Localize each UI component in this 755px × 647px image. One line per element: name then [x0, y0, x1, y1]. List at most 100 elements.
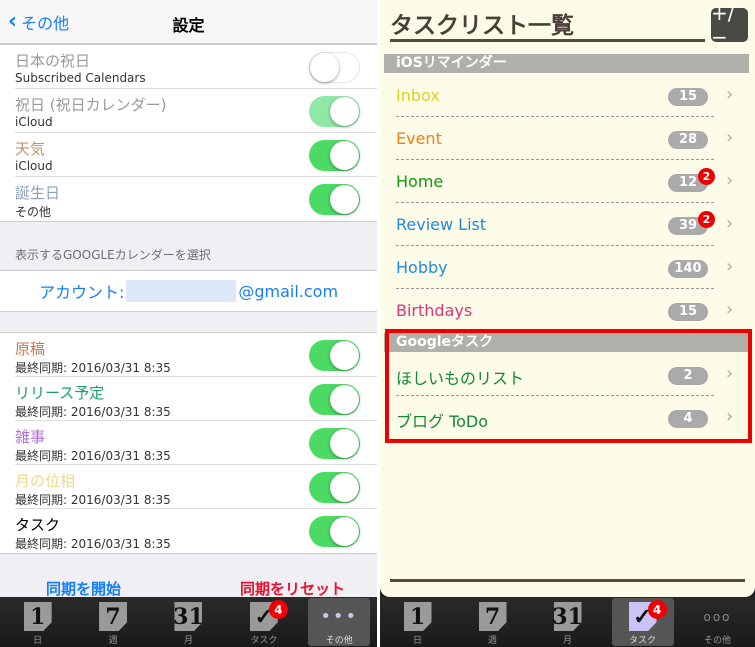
chevron-right-icon: ›: [726, 299, 734, 320]
more-icon: ooo: [703, 609, 732, 624]
nav-bar: ‹ その他 設定: [0, 0, 377, 44]
calendar-name: 天気: [15, 140, 46, 158]
account-row[interactable]: アカウント: @gmail.com: [0, 270, 377, 312]
count-badge: 15: [668, 303, 708, 321]
blurred-email: [126, 280, 237, 302]
tab-label: 週: [487, 636, 497, 646]
chevron-right-icon: ›: [726, 170, 734, 191]
calendar-name: 月の位相: [15, 472, 76, 490]
tab-4[interactable]: ooo その他: [687, 598, 749, 647]
google-calendar-list: 原稿 最終同期: 2016/03/31 8:35 リリース予定 最終同期: 2016/…: [0, 332, 377, 554]
list-name: Review List: [396, 215, 487, 234]
calendar-icon: 31: [552, 602, 583, 631]
toggle-switch[interactable]: [309, 96, 360, 127]
tab-label: タスク: [628, 636, 656, 646]
task-list-item[interactable]: Review List 39 2 ›: [396, 203, 736, 246]
calendar-detail: iCloud: [15, 115, 53, 129]
calendar-name: タスク: [15, 516, 61, 534]
calendar-row[interactable]: 祝日 (祝日カレンダー) iCloud: [15, 89, 377, 133]
count-badge: 28: [668, 131, 708, 149]
start-sync-button[interactable]: 同期を開始: [46, 578, 121, 599]
tab-label: 日: [412, 636, 422, 646]
divider: [390, 579, 745, 582]
tab-2[interactable]: 31 月: [537, 598, 599, 646]
alert-badge: 2: [698, 211, 715, 228]
task-list-panel: タスクリスト一覧 +/− iOSリマインダー Googleタスク Inbox 15…: [380, 0, 755, 597]
tab-1[interactable]: 7週: [462, 598, 524, 646]
calendar-row[interactable]: リリース予定最終同期: 2016/03/31 8:35: [15, 377, 377, 421]
calendar-name: 祝日 (祝日カレンダー): [15, 96, 167, 114]
plus-minus-button[interactable]: +/−: [711, 1, 748, 49]
tab-badge: 4: [268, 600, 288, 619]
tab-0[interactable]: 1日: [387, 598, 449, 646]
toggle-switch[interactable]: [309, 428, 360, 459]
calendar-icon: 1: [23, 602, 52, 631]
calendar-name: リリース予定: [15, 384, 105, 402]
calendar-name: 雑事: [15, 428, 46, 446]
toggle-switch[interactable]: [309, 516, 360, 547]
count-badge: 4: [668, 410, 708, 428]
list-name: Birthdays: [396, 301, 473, 320]
tab-bar: 1 日 7 週 31 月 ✓ 4 タスク ooo その他: [380, 597, 755, 647]
section-header-ios: iOSリマインダー: [384, 54, 749, 73]
reset-sync-button[interactable]: 同期をリセット: [240, 578, 345, 599]
calendar-row[interactable]: タスク最終同期: 2016/03/31 8:35: [15, 509, 377, 553]
calendar-name: 誕生日: [15, 184, 61, 202]
calendar-detail: 最終同期: 2016/03/31 8:35: [15, 493, 171, 507]
list-name: Event: [396, 129, 442, 148]
calendar-detail: iCloud: [15, 159, 53, 173]
tab-3[interactable]: ✓ 4 タスク: [233, 598, 295, 646]
chevron-right-icon: ›: [726, 127, 734, 148]
task-list-item[interactable]: Event 28 ›: [396, 117, 736, 160]
tab-4[interactable]: ••• その他: [308, 598, 371, 646]
calendar-icon: 7: [99, 602, 128, 631]
task-list-item[interactable]: ブログ ToDo 4 ›: [396, 396, 736, 439]
tab-0[interactable]: 1日: [7, 598, 69, 646]
count-badge: 2: [668, 367, 708, 385]
task-list-item[interactable]: Home 12 2 ›: [396, 160, 736, 203]
calendar-name: 原稿: [15, 340, 46, 358]
tab-bar: 1 日 7 週 31 月 ✓ 4 タスク ••• その他: [0, 597, 377, 647]
calendar-detail: Subscribed Calendars: [15, 71, 146, 85]
calendar-list: 日本の祝日 Subscribed Calendars 祝日 (祝日カレンダー) iCl…: [0, 44, 377, 222]
tab-3[interactable]: ✓ 4 タスク: [611, 598, 674, 646]
chevron-right-icon: ›: [726, 406, 734, 427]
calendar-icon: 1: [403, 602, 432, 631]
tab-2[interactable]: 31 月: [157, 598, 219, 646]
account-label: アカウント:: [38, 283, 125, 302]
toggle-switch[interactable]: [309, 340, 360, 371]
alert-badge: 2: [698, 168, 715, 185]
toggle-switch[interactable]: [309, 472, 360, 503]
calendar-name: 日本の祝日: [15, 52, 91, 70]
toggle-switch[interactable]: [309, 184, 360, 215]
task-list-item[interactable]: Birthdays 15 ›: [396, 289, 736, 332]
count-badge: 140: [668, 260, 708, 278]
calendar-detail: 最終同期: 2016/03/31 8:35: [15, 361, 171, 375]
calendar-detail: 最終同期: 2016/03/31 8:35: [15, 449, 171, 463]
calendar-icon: 31: [173, 602, 204, 631]
tab-label: 月: [183, 636, 193, 646]
toggle-switch[interactable]: [309, 52, 360, 83]
chevron-right-icon: ›: [726, 213, 734, 234]
task-list-item[interactable]: Inbox 15 ›: [396, 74, 736, 117]
calendar-row[interactable]: 日本の祝日 Subscribed Calendars: [15, 45, 377, 89]
tab-badge: 4: [647, 600, 667, 619]
toggle-switch[interactable]: [309, 384, 360, 415]
task-list-item[interactable]: ほしいものリスト 2 ›: [396, 353, 736, 396]
calendar-row[interactable]: 原稿最終同期: 2016/03/31 8:35: [15, 333, 377, 377]
toggle-switch[interactable]: [309, 140, 360, 171]
task-list-item[interactable]: Hobby 140 ›: [396, 246, 736, 289]
calendar-row[interactable]: 天気 iCloud: [15, 133, 377, 177]
settings-screen: ‹ その他 設定 日本の祝日 Subscribed Calendars 祝日 (祝日カ…: [0, 0, 377, 647]
page-title: タスクリスト一覧: [390, 6, 705, 42]
page-title: 設定: [172, 16, 205, 35]
calendar-detail: 最終同期: 2016/03/31 8:35: [15, 537, 171, 551]
list-name: Hobby: [396, 258, 448, 277]
chevron-right-icon: ›: [726, 363, 734, 384]
calendar-row[interactable]: 月の位相最終同期: 2016/03/31 8:35: [15, 465, 377, 509]
tab-1[interactable]: 7週: [82, 598, 144, 646]
calendar-row[interactable]: 雑事最終同期: 2016/03/31 8:35: [15, 421, 377, 465]
calendar-detail: 最終同期: 2016/03/31 8:35: [15, 405, 171, 419]
calendar-detail: その他: [15, 205, 52, 219]
calendar-row[interactable]: 誕生日 その他: [15, 177, 377, 221]
